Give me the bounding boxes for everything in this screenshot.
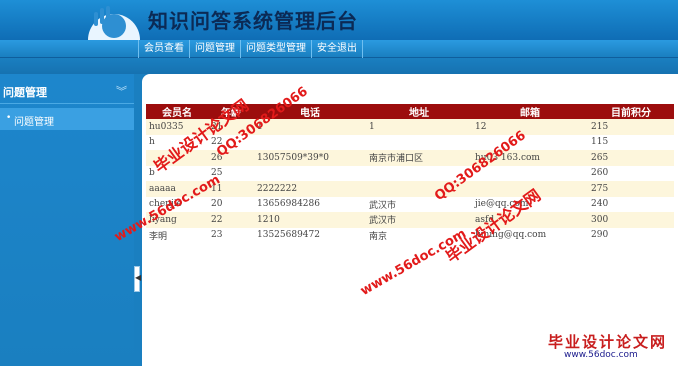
cell-username: h — [146, 134, 208, 150]
cell-address — [366, 134, 472, 150]
cell-username: b — [146, 165, 208, 181]
cell-address — [366, 181, 472, 197]
cell-phone: 1210 — [254, 212, 366, 228]
cell-age: 26 — [208, 150, 254, 166]
sidebar-item-label: 问题管理 — [14, 117, 54, 128]
cell-address: 武汉市 — [366, 212, 472, 228]
cell-points: 260 — [588, 165, 674, 181]
table-row: h 22 115 — [146, 134, 674, 150]
sidebar-title: 问题管理 — [3, 86, 47, 99]
cell-points: 275 — [588, 181, 674, 197]
header-band — [0, 58, 678, 74]
cell-phone: 1 — [254, 119, 366, 135]
cell-phone: 13525689472 — [254, 227, 366, 243]
table-row: liyang 22 1210 武汉市 asfd 300 — [146, 212, 674, 228]
cell-points: 300 — [588, 212, 674, 228]
arrow-left-icon: ◀ — [135, 273, 142, 282]
cell-username: aaaaa — [146, 181, 208, 197]
cell-email: jie@qq.com — [472, 196, 588, 212]
tab-logout[interactable]: 安全退出 — [312, 40, 363, 58]
cell-address: 南京 — [366, 227, 472, 243]
cell-age: 23 — [208, 227, 254, 243]
app-header: 知识问答系统管理后台 — [0, 0, 678, 40]
member-table-wrapper: 会员名 年龄 电话 地址 邮箱 目前积分 hu0335 21 1 1 12 21… — [146, 104, 674, 243]
main-panel: 会员名 年龄 电话 地址 邮箱 目前积分 hu0335 21 1 1 12 21… — [142, 74, 678, 366]
nav-tabs: 会员查看 问题管理 问题类型管理 安全退出 — [138, 40, 363, 58]
tab-question-management[interactable]: 问题管理 — [190, 40, 241, 58]
sidebar-item-question-management[interactable]: • 问题管理 — [0, 108, 134, 130]
cell-age: 25 — [208, 165, 254, 181]
cell-username: chenjie — [146, 196, 208, 212]
cell-points: 290 — [588, 227, 674, 243]
column-header-points: 目前积分 — [588, 104, 674, 119]
table-row: hu0335 21 1 1 12 215 — [146, 119, 674, 135]
app-logo-icon — [88, 6, 140, 40]
sidebar-header[interactable]: 问题管理 ︾ — [0, 78, 134, 104]
cell-phone: 13656984286 — [254, 196, 366, 212]
column-header-phone: 电话 — [254, 104, 366, 119]
column-header-username: 会员名 — [146, 104, 208, 119]
table-row: 26 13057509*39*0 南京市浦口区 hu03 163.com 265 — [146, 150, 674, 166]
tab-question-type-management[interactable]: 问题类型管理 — [241, 40, 312, 58]
collapse-sidebar-button[interactable]: ◀ — [134, 266, 142, 292]
app-title: 知识问答系统管理后台 — [148, 9, 358, 33]
footer-brand: 毕业设计论文网 — [548, 333, 668, 351]
cell-username — [146, 150, 208, 166]
table-header-row: 会员名 年龄 电话 地址 邮箱 目前积分 — [146, 104, 674, 119]
cell-points: 215 — [588, 119, 674, 135]
cell-address — [366, 165, 472, 181]
cell-points: 115 — [588, 134, 674, 150]
cell-age: 21 — [208, 119, 254, 135]
cell-address: 1 — [366, 119, 472, 135]
member-table: 会员名 年龄 电话 地址 邮箱 目前积分 hu0335 21 1 1 12 21… — [146, 104, 674, 243]
cell-points: 265 — [588, 150, 674, 166]
footer-url: www.56doc.com — [564, 350, 638, 360]
cell-email: liming@qq.com — [472, 227, 588, 243]
cell-email — [472, 134, 588, 150]
bullet-icon: • — [6, 113, 12, 123]
column-header-age: 年龄 — [208, 104, 254, 119]
cell-email: hu03 163.com — [472, 150, 588, 166]
chevron-down-icon[interactable]: ︾ — [116, 83, 127, 99]
top-nav: 会员查看 问题管理 问题类型管理 安全退出 — [0, 40, 678, 58]
sidebar: 问题管理 ︾ • 问题管理 — [0, 74, 134, 366]
cell-username: 李明 — [146, 227, 208, 243]
cell-phone: 13057509*39*0 — [254, 150, 366, 166]
cell-email: asfd — [472, 212, 588, 228]
cell-email — [472, 181, 588, 197]
cell-address: 南京市浦口区 — [366, 150, 472, 166]
cell-phone: 2222222 — [254, 181, 366, 197]
cell-age: 20 — [208, 196, 254, 212]
cell-age: 22 — [208, 134, 254, 150]
column-header-address: 地址 — [366, 104, 472, 119]
cell-email: 12 — [472, 119, 588, 135]
splitter — [134, 74, 142, 366]
table-row: 李明 23 13525689472 南京 liming@qq.com 290 — [146, 227, 674, 243]
column-header-email: 邮箱 — [472, 104, 588, 119]
cell-username: liyang — [146, 212, 208, 228]
cell-points: 240 — [588, 196, 674, 212]
cell-age: 22 — [208, 212, 254, 228]
cell-phone — [254, 134, 366, 150]
cell-username: hu0335 — [146, 119, 208, 135]
table-row: b 25 260 — [146, 165, 674, 181]
cell-address: 武汉市 — [366, 196, 472, 212]
tab-member-view[interactable]: 会员查看 — [138, 40, 190, 58]
table-row: aaaaa 11 2222222 275 — [146, 181, 674, 197]
cell-email — [472, 165, 588, 181]
cell-age: 11 — [208, 181, 254, 197]
table-row: chenjie 20 13656984286 武汉市 jie@qq.com 24… — [146, 196, 674, 212]
cell-phone — [254, 165, 366, 181]
